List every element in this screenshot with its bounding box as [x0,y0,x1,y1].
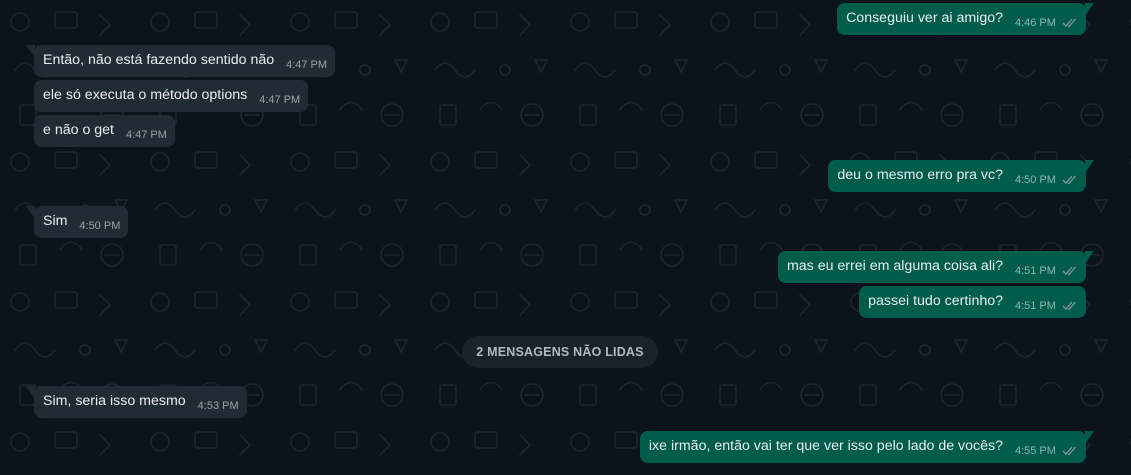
message-meta: 4:51 PM [1015,264,1078,279]
message-bubble-outgoing[interactable]: deu o mesmo erro pra vc? 4:50 PM [828,160,1094,192]
message-bubble-outgoing[interactable]: passei tudo certinho? 4:51 PM [859,286,1086,318]
message-time: 4:47 PM [259,94,301,106]
message-text: e não o get [43,122,114,138]
read-double-check-icon [1062,445,1078,456]
message-meta: 4:51 PM [1015,299,1078,314]
message-text: passei tudo certinho? [868,293,1004,309]
message-meta: 4:50 PM [1015,173,1078,188]
message-bubble-outgoing[interactable]: mas eu errei em alguma coisa ali? 4:51 P… [777,251,1095,283]
message-time: 4:55 PM [1014,445,1056,457]
message-bubble-outgoing[interactable]: Conseguiu ver ai amigo? 4:46 PM [837,3,1094,35]
message-meta: 4:55 PM [1015,444,1078,459]
unread-messages-divider: 2 MENSAGENS NÃO LIDAS [462,336,658,368]
message-time: 4:53 PM [197,400,239,412]
message-meta: 4:46 PM [1015,16,1078,31]
message-text: ixe irmão, então vai ter que ver isso pe… [648,438,1004,454]
read-double-check-icon [1062,300,1078,311]
message-time: 4:50 PM [1014,174,1056,186]
message-text: deu o mesmo erro pra vc? [837,167,1004,183]
read-double-check-icon [1062,174,1078,185]
message-bubble-incoming[interactable]: Então, não está fazendo sentido não 4:47… [25,45,336,77]
message-time: 4:47 PM [286,59,328,71]
message-text: ele só executa o método options [43,87,248,103]
read-double-check-icon [1062,17,1078,28]
message-bubble-incoming[interactable]: ele só executa o método options 4:47 PM [34,80,309,112]
message-time: 4:47 PM [125,129,167,141]
message-text: Então, não está fazendo sentido não [43,52,275,68]
message-text: Sim, seria isso mesmo [43,393,186,409]
message-bubble-incoming[interactable]: Sim 4:50 PM [25,206,129,238]
message-text: Sim [43,213,68,229]
read-double-check-icon [1062,265,1078,276]
message-bubble-incoming[interactable]: e não o get 4:47 PM [34,115,175,147]
message-time: 4:51 PM [1014,265,1056,277]
message-time: 4:46 PM [1014,17,1056,29]
message-time: 4:51 PM [1014,300,1056,312]
message-bubble-outgoing[interactable]: ixe irmão, então vai ter que ver isso pe… [639,431,1095,463]
message-bubble-incoming[interactable]: Sim, seria isso mesmo 4:53 PM [26,386,247,418]
message-time: 4:50 PM [79,220,121,232]
message-text: Conseguiu ver ai amigo? [846,10,1004,26]
message-text: mas eu errei em alguma coisa ali? [786,258,1004,274]
